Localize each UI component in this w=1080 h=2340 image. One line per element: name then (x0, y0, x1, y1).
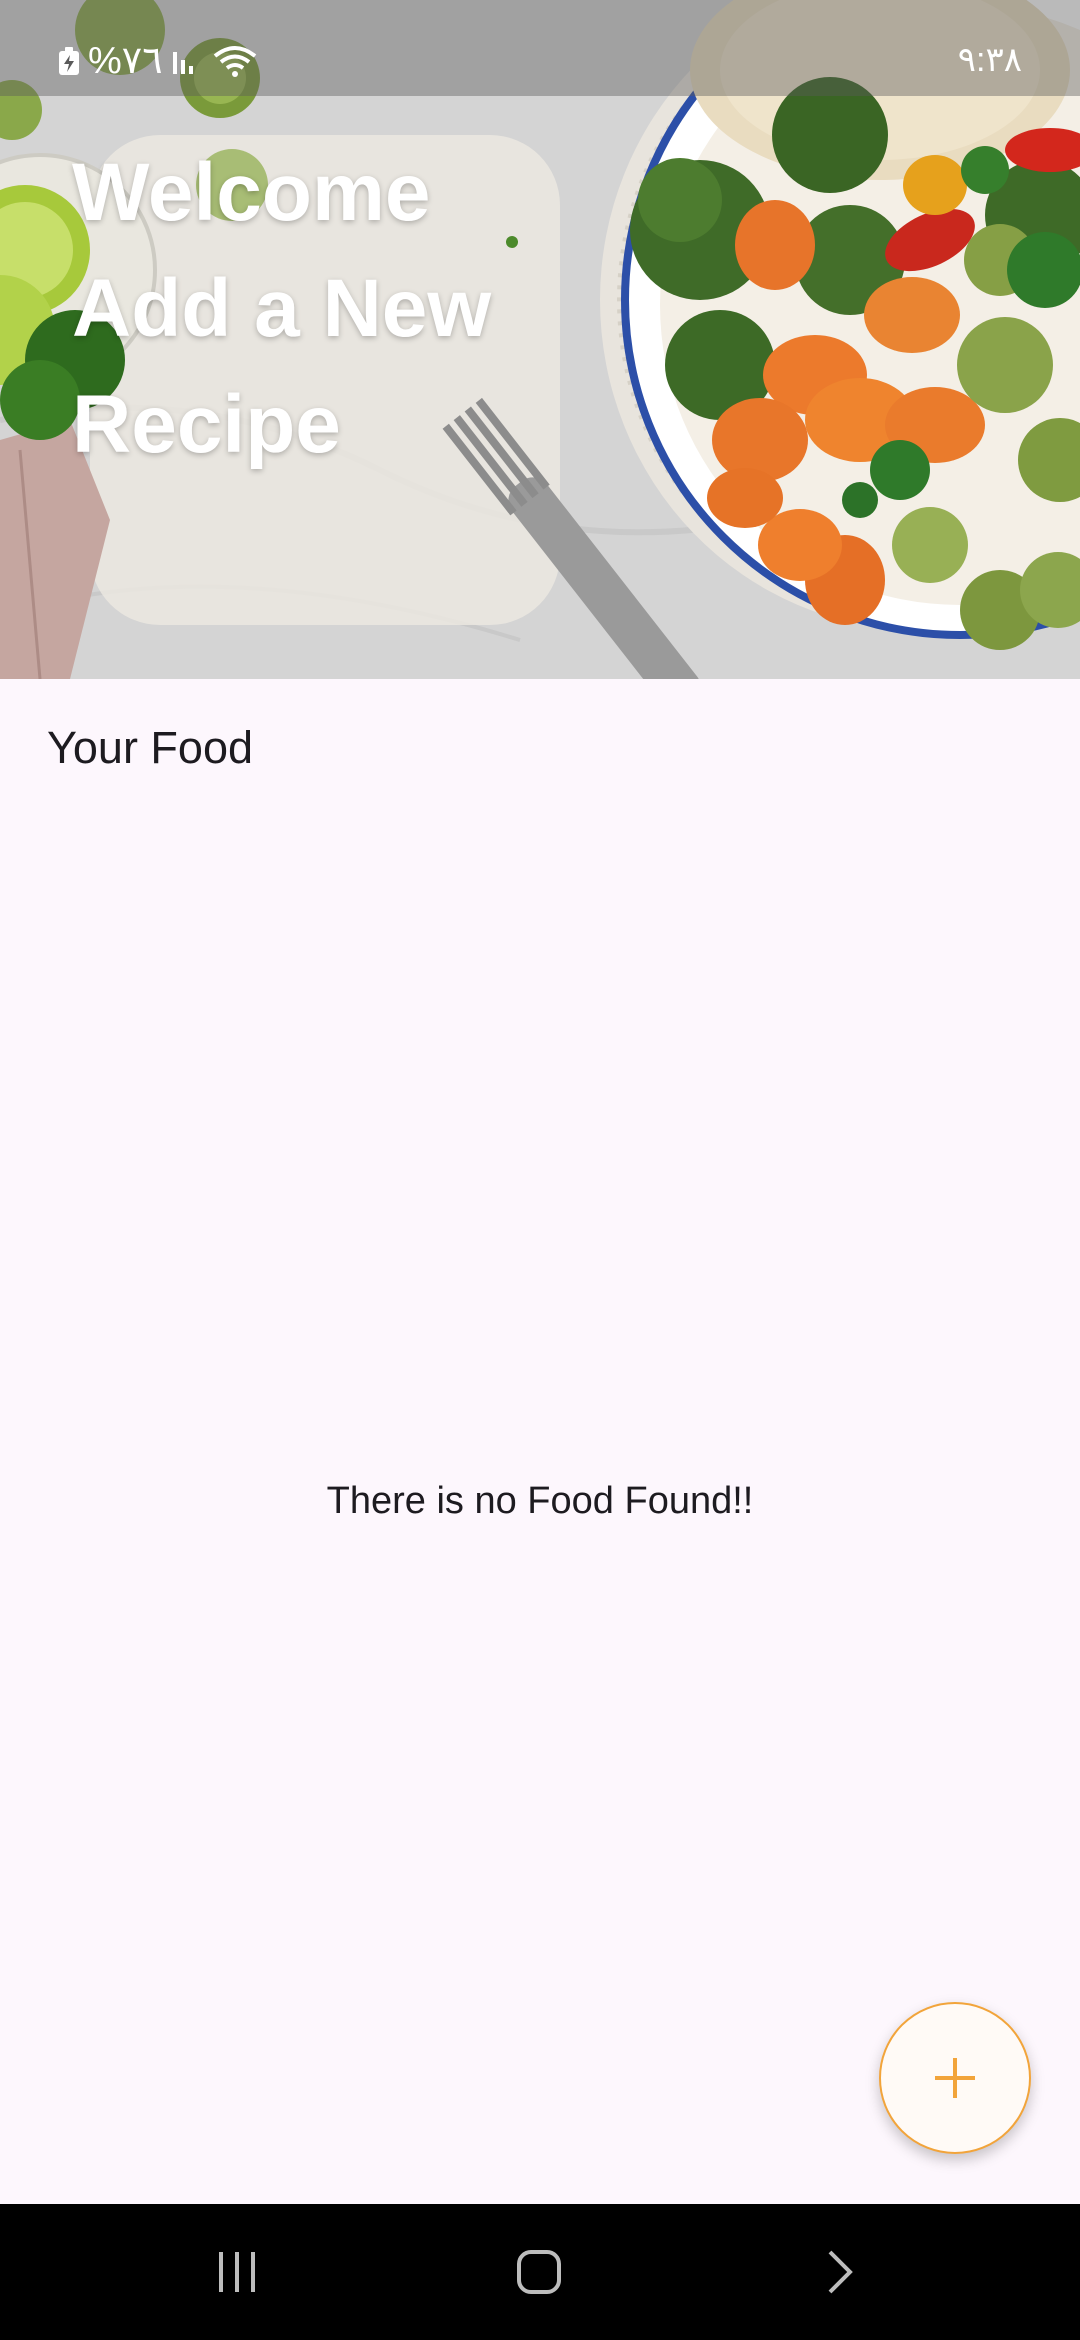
home-icon (517, 2250, 561, 2294)
back-button[interactable] (770, 2204, 910, 2340)
hero-title-line-1: Welcome (72, 147, 431, 238)
section-title: Your Food (47, 722, 253, 773)
signal-icon (172, 52, 193, 74)
hero-title-line-3: Recipe (72, 379, 341, 470)
battery-charging-icon (59, 47, 79, 75)
wifi-icon (213, 46, 256, 77)
add-recipe-button[interactable] (879, 2002, 1031, 2154)
hero-title-line-2: Add a New (72, 263, 492, 354)
status-bar: %٧٦ ٩:٣٨ (0, 0, 1080, 96)
system-navigation-bar (0, 2204, 1080, 2340)
status-left-group: %٧٦ (58, 38, 257, 84)
hero-banner: %٧٦ ٩:٣٨ Welcome Add a New Recipe (0, 0, 1080, 679)
plus-icon (935, 2058, 975, 2098)
empty-state-message: There is no Food Found!! (326, 1480, 754, 1522)
home-button[interactable] (469, 2204, 609, 2340)
recents-button[interactable] (167, 2204, 307, 2340)
battery-percentage: %٧٦ (88, 40, 163, 82)
recents-icon (219, 2252, 255, 2292)
hero-title: Welcome Add a New Recipe (72, 135, 592, 483)
status-time: ٩:٣٨ (957, 41, 1022, 79)
back-icon (828, 2250, 853, 2294)
